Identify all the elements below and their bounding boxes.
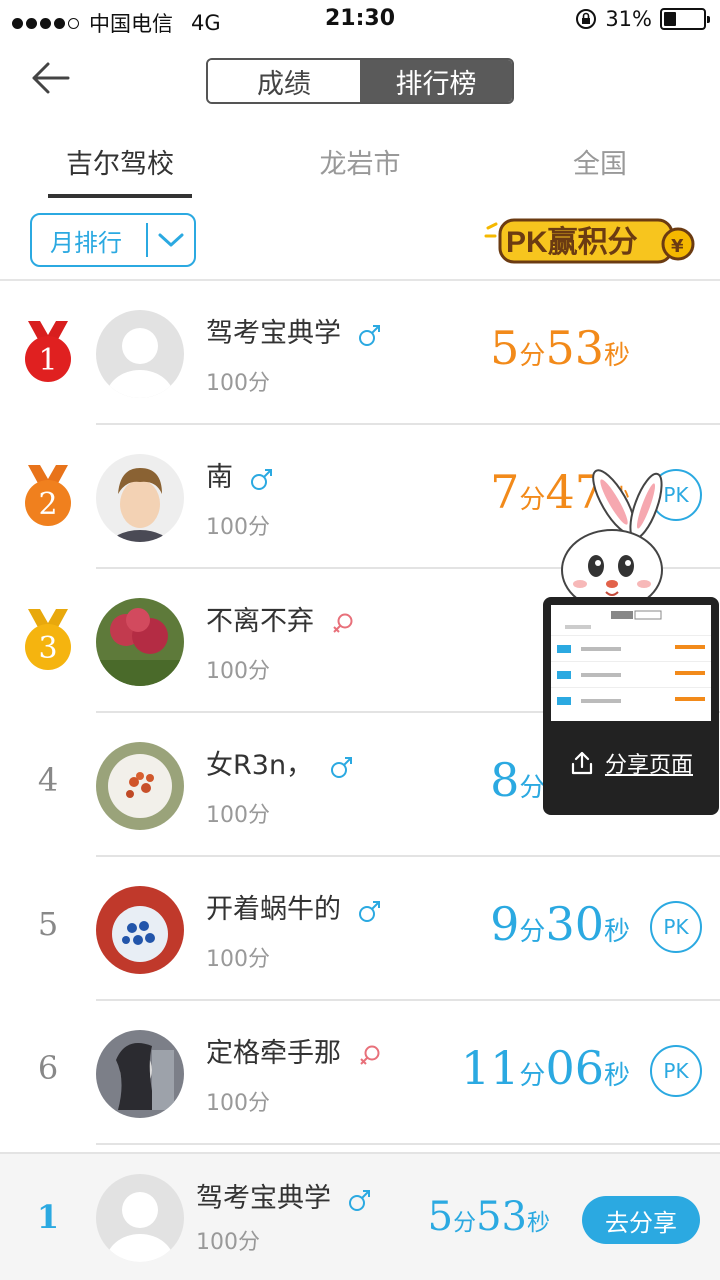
- user-name: 南: [206, 455, 274, 494]
- share-page-label: 分享页面: [604, 753, 693, 778]
- male-icon: [358, 900, 380, 922]
- user-score: 100分: [206, 371, 270, 396]
- pk-button[interactable]: PK: [650, 1045, 702, 1097]
- list-item[interactable]: 1 驾考宝典学 100分 5分53秒: [0, 281, 720, 425]
- my-name: 驾考宝典学: [196, 1176, 372, 1215]
- list-item[interactable]: 5 开着蜗牛的 100分 9分30秒 PK: [0, 857, 720, 1001]
- scope-tabs: 吉尔驾校 龙岩市 全国: [0, 128, 720, 200]
- svg-text:1: 1: [38, 343, 57, 378]
- avatar[interactable]: [96, 310, 184, 398]
- pk-promo-banner[interactable]: PK赢积分 ¥: [482, 210, 700, 270]
- segmented-control: 成绩 排行榜: [206, 58, 514, 104]
- battery-percent: 31%: [605, 7, 652, 31]
- pk-promo-text: PK赢积分: [506, 225, 638, 259]
- back-arrow-icon: [32, 62, 70, 94]
- user-score: 100分: [206, 1091, 270, 1116]
- user-name: 驾考宝典学: [206, 311, 382, 350]
- user-name: 定格牵手那: [206, 1031, 382, 1070]
- avatar[interactable]: [96, 598, 184, 686]
- period-dropdown[interactable]: 月排行: [30, 213, 196, 267]
- user-score: 100分: [206, 659, 270, 684]
- my-completion-time: 5分53秒: [427, 1194, 550, 1240]
- svg-text:3: 3: [38, 631, 57, 666]
- my-rank-bar: 1 驾考宝典学 100分 5分53秒 去分享: [0, 1152, 720, 1280]
- battery-icon: [660, 8, 710, 30]
- female-icon: [359, 1045, 380, 1065]
- rank-number: 5: [37, 905, 59, 943]
- upload-share-icon: [571, 751, 593, 775]
- period-dropdown-label: 月排行: [50, 228, 122, 257]
- segment-leaderboard[interactable]: 排行榜: [360, 60, 512, 102]
- status-bar: 中国电信 4G 21:30 31%: [0, 0, 720, 40]
- user-score: 100分: [206, 803, 270, 828]
- rabbit-mascot-icon: [561, 469, 663, 611]
- avatar[interactable]: [96, 1174, 184, 1262]
- user-score: 100分: [206, 515, 270, 540]
- user-name: 女R3n，: [206, 743, 354, 782]
- completion-time: 9分30秒: [490, 897, 630, 951]
- avatar[interactable]: [96, 886, 184, 974]
- chevron-down-icon: [148, 231, 194, 249]
- male-icon: [358, 324, 380, 346]
- rank-number: 4: [37, 761, 59, 799]
- back-button[interactable]: [28, 58, 76, 98]
- go-share-button[interactable]: 去分享: [582, 1196, 700, 1244]
- user-score: 100分: [206, 947, 270, 972]
- female-icon: [332, 613, 353, 633]
- tab-city[interactable]: 龙岩市: [240, 142, 480, 181]
- page-thumbnail: [551, 605, 711, 721]
- silver-medal-icon: 2: [25, 465, 71, 526]
- pk-button[interactable]: PK: [650, 901, 702, 953]
- male-icon: [348, 1189, 370, 1211]
- male-icon: [330, 756, 352, 778]
- sparkle-icon: [484, 222, 498, 238]
- my-score: 100分: [196, 1230, 260, 1255]
- svg-text:¥: ¥: [671, 236, 684, 257]
- my-rank-number: 1: [36, 1198, 60, 1236]
- completion-time: 5分53秒: [490, 321, 630, 375]
- gold-medal-icon: 1: [25, 321, 71, 382]
- share-page-popup[interactable]: 分享页面: [543, 597, 719, 815]
- list-item[interactable]: 6 定格牵手那 100分 11分06秒 PK: [0, 1001, 720, 1145]
- completion-time: 11分06秒: [460, 1041, 630, 1095]
- avatar[interactable]: [96, 1030, 184, 1118]
- segment-scores[interactable]: 成绩: [208, 60, 360, 102]
- user-name: 不离不弃: [206, 599, 355, 638]
- tab-national[interactable]: 全国: [480, 142, 720, 181]
- coin-icon: ¥: [661, 227, 695, 261]
- avatar[interactable]: [96, 454, 184, 542]
- rotation-lock-icon: [576, 9, 597, 29]
- rank-number: 6: [37, 1049, 59, 1087]
- svg-text:2: 2: [38, 487, 57, 522]
- user-name: 开着蜗牛的: [206, 887, 382, 926]
- tab-school[interactable]: 吉尔驾校: [0, 142, 240, 181]
- male-icon: [250, 468, 272, 490]
- avatar[interactable]: [96, 742, 184, 830]
- bronze-medal-icon: 3: [25, 609, 71, 670]
- active-tab-indicator: [48, 194, 192, 198]
